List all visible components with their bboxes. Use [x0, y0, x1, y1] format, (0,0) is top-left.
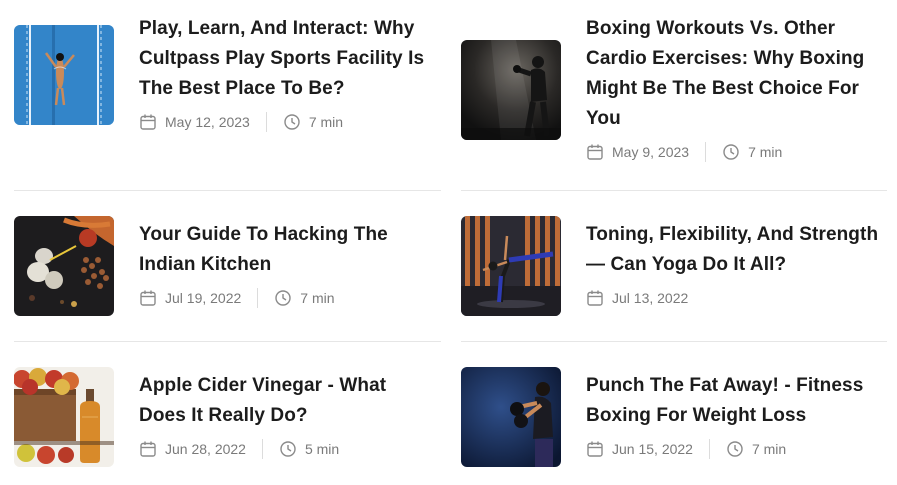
clock-icon: [279, 440, 297, 458]
clock-icon: [726, 440, 744, 458]
article-title[interactable]: Apple Cider Vinegar - What Does It Reall…: [139, 371, 429, 431]
clock-icon: [283, 113, 301, 131]
clock-icon: [722, 143, 740, 161]
article-read-time: 5 min: [304, 441, 340, 457]
article-thumbnail[interactable]: [461, 367, 561, 467]
yoga-image: [461, 216, 561, 316]
swimmer-image: [14, 25, 114, 125]
article-card-indian-kitchen[interactable]: Your Guide To Hacking The Indian Kitchen…: [0, 191, 441, 341]
meta-divider: [261, 439, 263, 459]
calendar-icon: [586, 289, 604, 307]
article-meta: Jun 15, 2022 7 min: [586, 439, 786, 459]
garlic-spices-image: [14, 216, 114, 316]
article-meta: Jun 28, 2022 5 min: [139, 439, 339, 459]
article-meta: May 9, 2023 7 min: [586, 142, 782, 162]
calendar-icon: [139, 440, 157, 458]
article-read-time: 7 min: [308, 114, 344, 130]
article-date: May 9, 2023: [612, 144, 690, 160]
meta-divider: [705, 142, 707, 162]
article-date: Jun 28, 2022: [165, 441, 246, 457]
article-title[interactable]: Play, Learn, And Interact: Why Cultpass …: [139, 14, 429, 104]
article-date: May 12, 2023: [165, 114, 250, 130]
article-thumbnail[interactable]: [14, 216, 114, 316]
article-thumbnail[interactable]: [14, 25, 114, 125]
meta-divider: [265, 112, 267, 132]
calendar-icon: [586, 440, 604, 458]
article-meta: Jul 19, 2022 7 min: [139, 288, 335, 308]
meta-divider: [708, 439, 710, 459]
article-card-apple-cider-vinegar[interactable]: Apple Cider Vinegar - What Does It Reall…: [0, 342, 441, 485]
apple-vinegar-image: [14, 367, 114, 467]
woman-boxing-image: [461, 367, 561, 467]
article-card-cultpass-play[interactable]: Play, Learn, And Interact: Why Cultpass …: [0, 0, 441, 190]
article-thumbnail[interactable]: [14, 367, 114, 467]
calendar-icon: [139, 289, 157, 307]
article-date: Jun 15, 2022: [612, 441, 693, 457]
article-title[interactable]: Punch The Fat Away! - Fitness Boxing For…: [586, 371, 886, 431]
article-read-time: 7 min: [751, 441, 787, 457]
article-thumbnail[interactable]: [461, 40, 561, 140]
article-title[interactable]: Your Guide To Hacking The Indian Kitchen: [139, 220, 429, 280]
article-card-fitness-boxing[interactable]: Punch The Fat Away! - Fitness Boxing For…: [447, 342, 897, 485]
article-card-boxing-workouts[interactable]: Boxing Workouts Vs. Other Cardio Exercis…: [447, 0, 897, 190]
article-date: Jul 13, 2022: [612, 290, 689, 306]
boxer-image: [461, 40, 561, 140]
article-read-time: 7 min: [748, 144, 783, 160]
article-card-yoga[interactable]: Toning, Flexibility, And Strength— Can Y…: [447, 191, 897, 341]
article-date: Jul 19, 2022: [165, 290, 242, 306]
meta-divider: [257, 288, 259, 308]
article-title[interactable]: Toning, Flexibility, And Strength— Can Y…: [586, 220, 886, 280]
article-meta: Jul 13, 2022: [586, 288, 688, 308]
calendar-icon: [586, 143, 604, 161]
article-thumbnail[interactable]: [461, 216, 561, 316]
calendar-icon: [139, 113, 157, 131]
article-meta: May 12, 2023 7 min: [139, 112, 343, 132]
clock-icon: [274, 289, 292, 307]
article-read-time: 7 min: [300, 290, 335, 306]
article-title[interactable]: Boxing Workouts Vs. Other Cardio Exercis…: [586, 14, 881, 134]
